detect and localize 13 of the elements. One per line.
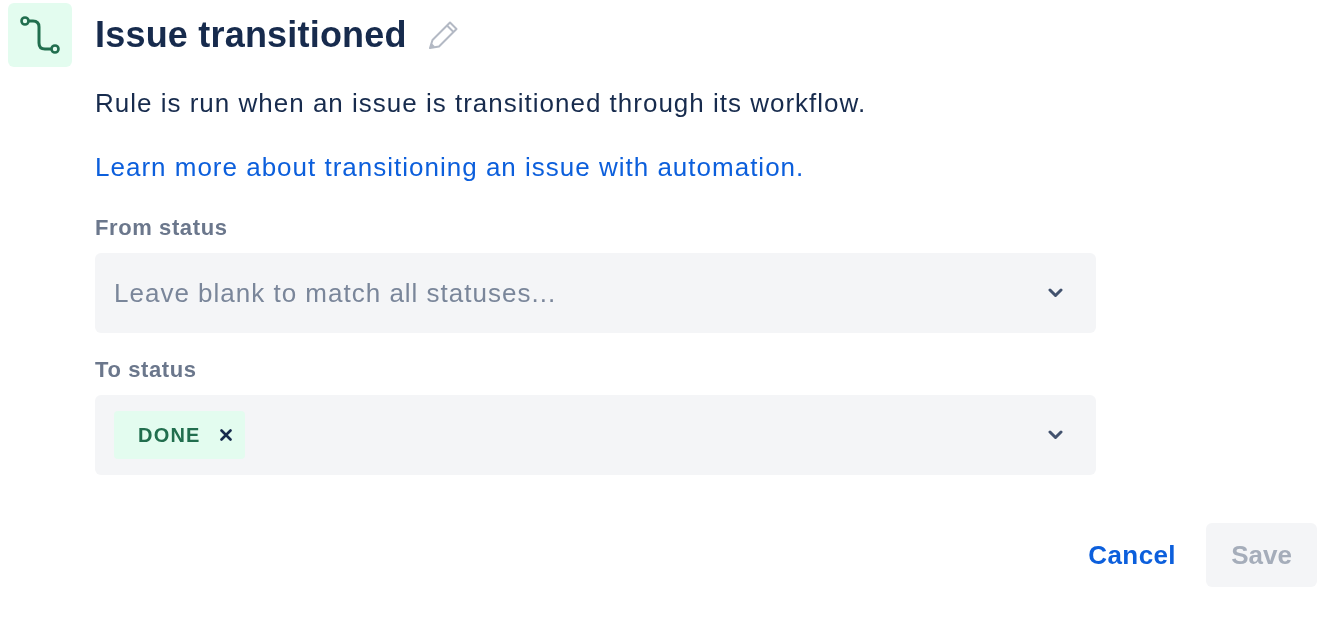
select-field[interactable]: DONE (95, 395, 1096, 475)
chevron-down-icon (1048, 288, 1063, 298)
status-name: DONE (138, 423, 201, 448)
field-label: To status (95, 356, 198, 384)
select-field[interactable]: Leave blank to match all statuses... (95, 253, 1096, 333)
chevron-down-icon (1048, 430, 1063, 440)
close-icon[interactable] (219, 429, 232, 441)
description-text: Rule is run when an issue is transitioned through its workflow. (95, 87, 868, 120)
route-icon (8, 3, 72, 67)
rule-title: Issue transitioned (95, 13, 407, 57)
cancel-button[interactable]: Cancel (1080, 527, 1184, 583)
learn-more-link[interactable]: Learn more about transitioning an issue with automation. (95, 152, 805, 182)
field-label: From status (95, 214, 229, 242)
